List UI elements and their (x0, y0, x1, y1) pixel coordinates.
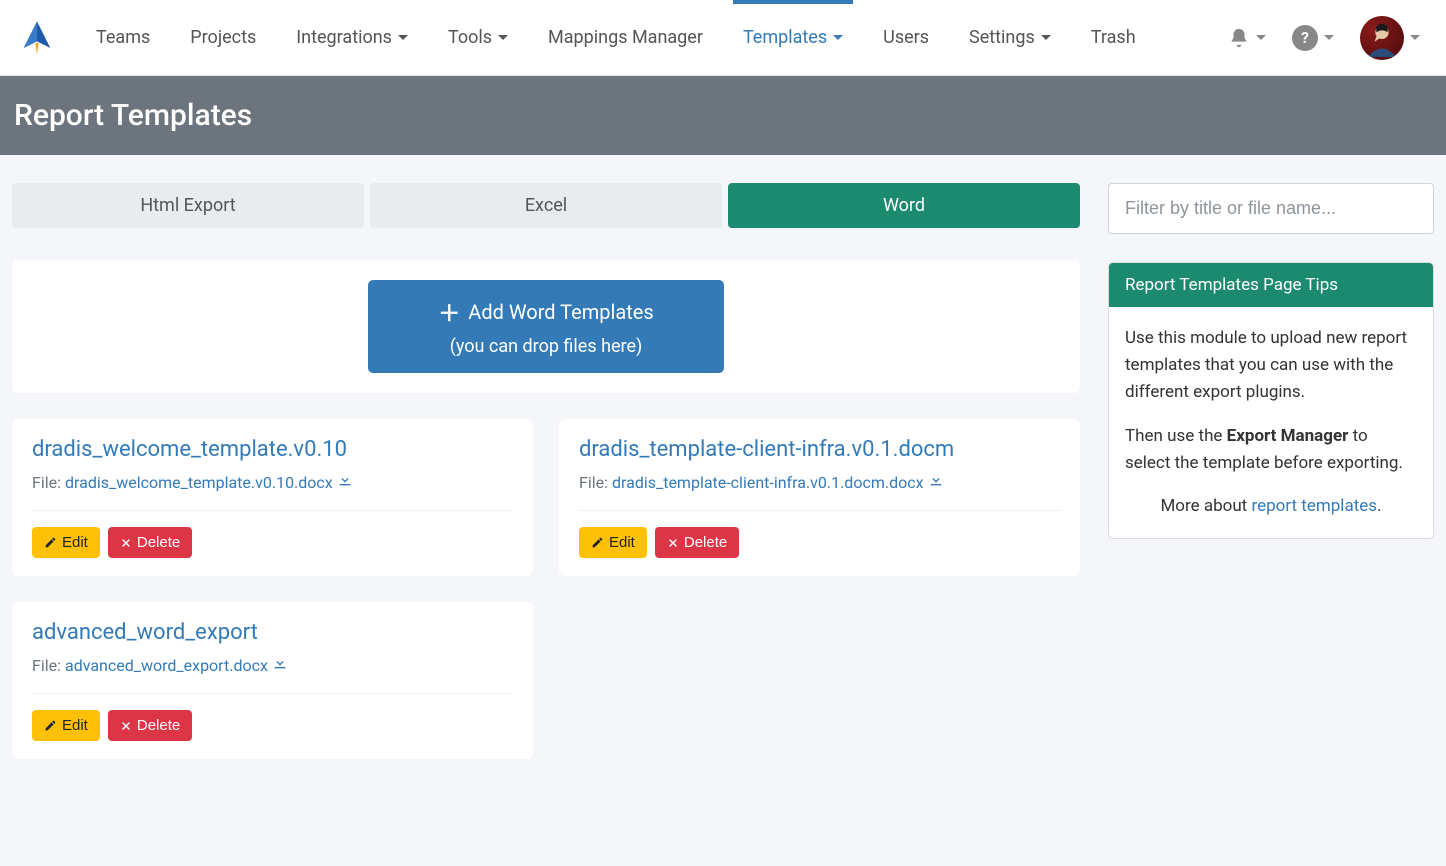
caret-down-icon (498, 35, 508, 40)
delete-button[interactable]: Delete (108, 527, 192, 558)
download-icon[interactable] (928, 472, 944, 492)
tab-html-export[interactable]: Html Export (12, 183, 364, 228)
template-file-line: File: dradis_template-client-infra.v0.1.… (579, 472, 1060, 492)
plus-icon: ＋ (438, 296, 460, 328)
upload-sub-label: (you can drop files here) (438, 336, 653, 357)
close-icon (120, 720, 132, 732)
page-header: Report Templates (0, 76, 1446, 155)
report-templates-link[interactable]: report templates (1251, 496, 1377, 516)
tips-body: Use this module to upload new report tem… (1109, 307, 1433, 538)
tips-paragraph: Then use the Export Manager to select th… (1125, 423, 1417, 477)
nav-templates[interactable]: Templates (723, 0, 863, 76)
nav-mappings-manager[interactable]: Mappings Manager (528, 0, 723, 76)
notifications-button[interactable] (1222, 21, 1272, 55)
caret-down-icon (1324, 35, 1334, 40)
download-icon[interactable] (272, 655, 288, 675)
template-file-line: File: dradis_welcome_template.v0.10.docx (32, 472, 513, 492)
close-icon (120, 537, 132, 549)
tips-panel: Report Templates Page Tips Use this modu… (1108, 262, 1434, 539)
edit-button[interactable]: Edit (32, 527, 100, 558)
tab-word[interactable]: Word (728, 183, 1080, 228)
edit-button[interactable]: Edit (32, 710, 100, 741)
delete-button[interactable]: Delete (108, 710, 192, 741)
nav-trash[interactable]: Trash (1071, 0, 1156, 76)
template-file-link[interactable]: advanced_word_export.docx (65, 656, 268, 675)
filter-input[interactable] (1108, 183, 1434, 234)
tips-more: More about report templates. (1125, 493, 1417, 520)
template-title-link[interactable]: dradis_welcome_template.v0.10 (32, 437, 513, 462)
nav-projects[interactable]: Projects (170, 0, 276, 76)
page-title: Report Templates (14, 98, 1432, 133)
content: Html Export Excel Word ＋ Add Word Templa… (0, 155, 1446, 787)
help-button[interactable]: ? (1286, 19, 1340, 57)
main-nav: Teams Projects Integrations Tools Mappin… (76, 0, 1222, 76)
pencil-icon (591, 536, 604, 549)
caret-down-icon (398, 35, 408, 40)
card-actions: Edit Delete (32, 527, 513, 558)
caret-down-icon (1410, 35, 1420, 40)
download-icon[interactable] (337, 472, 353, 492)
bell-icon (1228, 27, 1250, 49)
top-navbar: Teams Projects Integrations Tools Mappin… (0, 0, 1446, 76)
upload-panel: ＋ Add Word Templates (you can drop files… (12, 260, 1080, 393)
template-type-tabs: Html Export Excel Word (12, 183, 1080, 228)
pencil-icon (44, 536, 57, 549)
avatar (1360, 16, 1404, 60)
edit-button[interactable]: Edit (579, 527, 647, 558)
template-title-link[interactable]: dradis_template-client-infra.v0.1.docm (579, 437, 1060, 462)
template-card: dradis_template-client-infra.v0.1.docm F… (559, 419, 1080, 576)
close-icon (667, 537, 679, 549)
caret-down-icon (1041, 35, 1051, 40)
main-column: Html Export Excel Word ＋ Add Word Templa… (12, 183, 1080, 759)
caret-down-icon (833, 35, 843, 40)
card-actions: Edit Delete (579, 527, 1060, 558)
delete-button[interactable]: Delete (655, 527, 739, 558)
add-word-templates-button[interactable]: ＋ Add Word Templates (you can drop files… (368, 280, 723, 373)
upload-main-label: Add Word Templates (468, 300, 653, 324)
nav-teams[interactable]: Teams (76, 0, 170, 76)
caret-down-icon (1256, 35, 1266, 40)
nav-settings[interactable]: Settings (949, 0, 1071, 76)
user-menu[interactable] (1354, 10, 1426, 66)
template-title-link[interactable]: advanced_word_export (32, 620, 513, 645)
sidebar: Report Templates Page Tips Use this modu… (1108, 183, 1434, 539)
template-card: dradis_welcome_template.v0.10 File: drad… (12, 419, 533, 576)
card-actions: Edit Delete (32, 710, 513, 741)
templates-grid: dradis_welcome_template.v0.10 File: drad… (12, 419, 1080, 759)
template-card: advanced_word_export File: advanced_word… (12, 602, 533, 759)
nav-tools[interactable]: Tools (428, 0, 528, 76)
nav-integrations[interactable]: Integrations (276, 0, 428, 76)
template-file-line: File: advanced_word_export.docx (32, 655, 513, 675)
tips-paragraph: Use this module to upload new report tem… (1125, 325, 1417, 407)
template-file-link[interactable]: dradis_template-client-infra.v0.1.docm.d… (612, 473, 924, 492)
tips-header: Report Templates Page Tips (1109, 263, 1433, 307)
template-file-link[interactable]: dradis_welcome_template.v0.10.docx (65, 473, 333, 492)
nav-right: ? (1222, 10, 1436, 66)
tab-excel[interactable]: Excel (370, 183, 722, 228)
nav-users[interactable]: Users (863, 0, 949, 76)
app-logo[interactable] (10, 11, 64, 65)
pencil-icon (44, 719, 57, 732)
help-icon: ? (1292, 25, 1318, 51)
